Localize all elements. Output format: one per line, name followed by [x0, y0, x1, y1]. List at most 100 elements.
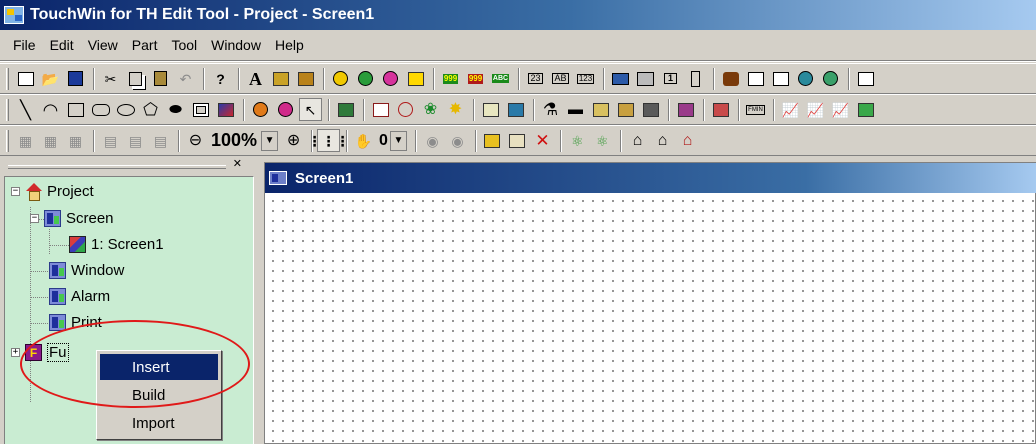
menu-view[interactable]: View	[81, 37, 125, 53]
window-icon[interactable]	[744, 67, 767, 90]
zoom-dropdown-button[interactable]: ▼	[261, 130, 279, 151]
tree-node-screen1[interactable]: 1: Screen1	[69, 236, 164, 253]
expand-toggle-icon[interactable]: +	[11, 348, 20, 357]
transfer-icon[interactable]	[684, 67, 707, 90]
alarm-list-icon[interactable]	[479, 98, 502, 121]
tree-node-print[interactable]: Print	[49, 314, 102, 331]
area-graph-icon[interactable]: 📈	[829, 98, 852, 121]
redo-history-icon[interactable]: ◉	[446, 129, 469, 152]
collapse-toggle-icon[interactable]: −	[11, 187, 20, 196]
clock-icon[interactable]	[369, 98, 392, 121]
trend-icon[interactable]: 📈	[779, 98, 802, 121]
app-icon[interactable]	[4, 6, 24, 24]
recipe-icon[interactable]	[674, 98, 697, 121]
cut-icon[interactable]: ✂	[99, 67, 122, 90]
edit-icon[interactable]	[506, 129, 529, 152]
bar-icon[interactable]: ▬	[564, 98, 587, 121]
toolbar-grip[interactable]	[6, 98, 9, 121]
pipe-icon[interactable]: ⚗	[539, 98, 562, 121]
flag-icon[interactable]	[404, 67, 427, 90]
sector-icon[interactable]: ⬬	[164, 98, 187, 121]
context-menu-insert[interactable]: Insert	[100, 354, 218, 380]
toolbar-grip[interactable]	[6, 67, 9, 90]
shift-up-icon[interactable]: ⚛	[566, 129, 589, 152]
tree-node-screen[interactable]: − Screen	[30, 210, 114, 227]
num-icon[interactable]: 123	[574, 67, 597, 90]
tree-node-alarm[interactable]: Alarm	[49, 288, 110, 305]
chart-icon[interactable]	[589, 98, 612, 121]
align-top-icon[interactable]: ▤	[99, 129, 122, 152]
design-canvas[interactable]	[265, 193, 1035, 443]
frame-window-icon[interactable]	[769, 67, 792, 90]
save-icon[interactable]	[64, 67, 87, 90]
keyboard-icon[interactable]	[609, 67, 632, 90]
box-icon[interactable]	[854, 67, 877, 90]
open-folder-icon[interactable]: 📂	[39, 67, 62, 90]
fan-icon[interactable]: ❀	[419, 98, 442, 121]
button-icon[interactable]	[354, 67, 377, 90]
numeric-display-icon[interactable]: 999	[439, 67, 462, 90]
properties-icon[interactable]	[481, 129, 504, 152]
printer-icon[interactable]	[634, 67, 657, 90]
char-display-icon[interactable]: 23	[524, 67, 547, 90]
gauge-icon[interactable]	[334, 98, 357, 121]
numeric-input-icon[interactable]: 999	[464, 67, 487, 90]
bar-graph-icon[interactable]	[504, 98, 527, 121]
delete-icon[interactable]: ✕	[531, 129, 554, 152]
copy-icon[interactable]	[124, 67, 147, 90]
menu-edit[interactable]: Edit	[43, 37, 81, 53]
polygon-icon[interactable]: ⬠	[139, 98, 162, 121]
zoom-out-icon[interactable]: ⊖	[184, 129, 207, 152]
align-center-icon[interactable]: ▦	[39, 129, 62, 152]
menu-part[interactable]: Part	[125, 37, 165, 53]
panel-close-icon[interactable]: ✕	[233, 157, 242, 170]
document-titlebar[interactable]: Screen1	[265, 163, 1036, 193]
area-graph-2-icon[interactable]	[854, 98, 877, 121]
zoom-in-icon[interactable]: ⊕	[282, 129, 305, 152]
tree-node-window[interactable]: Window	[49, 262, 124, 279]
bring-front-icon[interactable]: ⌂	[626, 129, 649, 152]
paint-icon[interactable]	[249, 98, 272, 121]
switch-icon[interactable]: 1	[659, 67, 682, 90]
hand-icon[interactable]: ✋	[352, 129, 375, 152]
collapse-toggle-icon[interactable]: −	[30, 214, 39, 223]
char-input-icon[interactable]: ABC	[489, 67, 512, 90]
arc-icon[interactable]: ◠	[39, 98, 62, 121]
meter-icon[interactable]	[394, 98, 417, 121]
lamp-icon[interactable]	[329, 67, 352, 90]
menu-file[interactable]: File	[6, 37, 43, 53]
frame-icon[interactable]	[189, 98, 212, 121]
menu-window[interactable]: Window	[204, 37, 268, 53]
xy-graph-icon[interactable]: 📈	[804, 98, 827, 121]
context-menu-import[interactable]: Import	[100, 410, 218, 436]
group-icon[interactable]: ⌂	[676, 129, 699, 152]
align-right-icon[interactable]: ▦	[64, 129, 87, 152]
undo-history-icon[interactable]: ◉	[421, 129, 444, 152]
picture-icon[interactable]	[214, 98, 237, 121]
text-icon[interactable]: A	[244, 67, 267, 90]
help-icon[interactable]: ?	[209, 67, 232, 90]
align-middle-icon[interactable]: ▤	[124, 129, 147, 152]
display-icon[interactable]	[639, 98, 662, 121]
network-2-icon[interactable]	[819, 67, 842, 90]
panel-grip[interactable]	[8, 165, 226, 169]
report-icon[interactable]	[709, 98, 732, 121]
tree-node-project[interactable]: − Project	[11, 183, 94, 201]
text-double-icon[interactable]	[294, 67, 317, 90]
new-file-icon[interactable]	[14, 67, 37, 90]
send-back-icon[interactable]: ⌂	[651, 129, 674, 152]
cursor-icon[interactable]: ↖	[299, 98, 322, 121]
network-icon[interactable]	[794, 67, 817, 90]
record-icon[interactable]	[379, 67, 402, 90]
light-icon[interactable]: ✸	[444, 98, 467, 121]
align-left-icon[interactable]: ▦	[14, 129, 37, 152]
msg-icon[interactable]: AB	[549, 67, 572, 90]
tree-node-function[interactable]: + F Fu	[11, 343, 69, 362]
shift-down-icon[interactable]: ⚛	[591, 129, 614, 152]
chart-2-icon[interactable]	[614, 98, 637, 121]
context-menu-build[interactable]: Build	[100, 382, 218, 408]
line-icon[interactable]: ╲	[14, 98, 37, 121]
layer-dropdown-button[interactable]: ▼	[389, 130, 407, 151]
toolbar-grip[interactable]	[6, 129, 9, 152]
color-icon[interactable]	[274, 98, 297, 121]
